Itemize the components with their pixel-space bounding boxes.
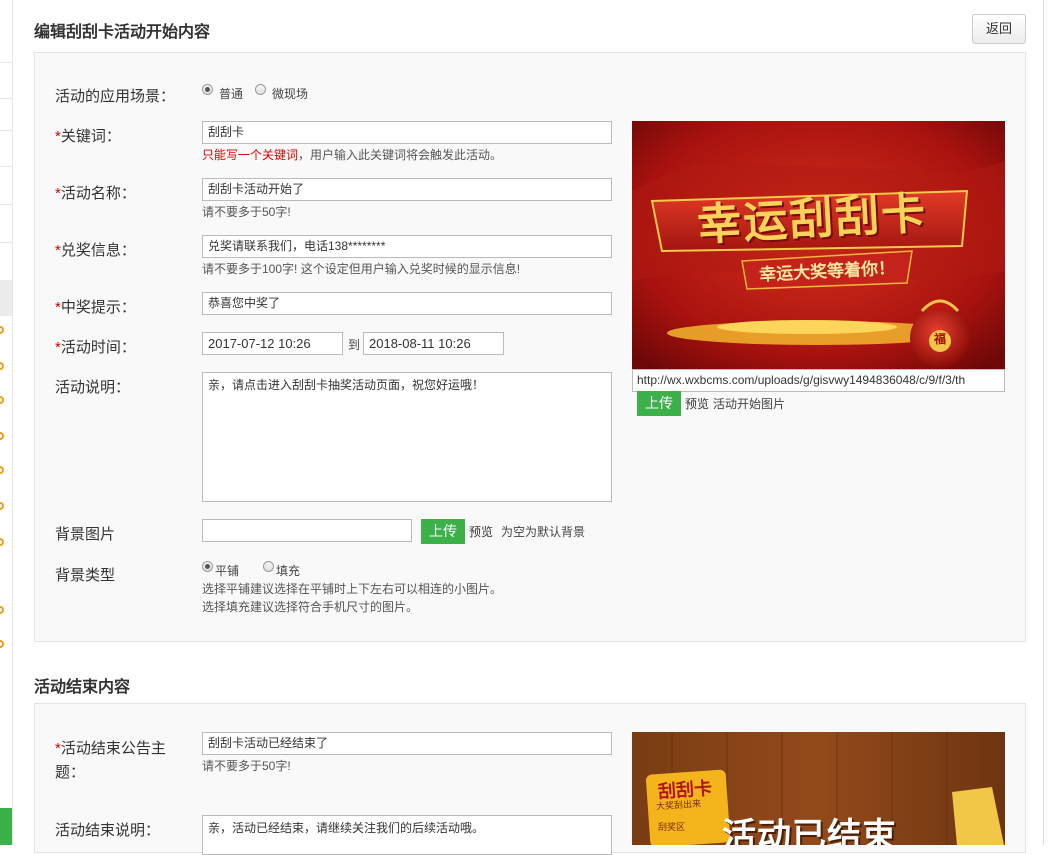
win-tip-input[interactable]: 恭喜您中奖了 xyxy=(202,292,612,315)
end-card-area: 刮奖区 xyxy=(658,822,686,832)
bg-image-note: 为空为默认背景 xyxy=(501,525,586,539)
nav-bullet-icon xyxy=(0,606,4,614)
prize-info-label: *兑奖信息： xyxy=(55,242,136,259)
end-topic-label: *活动结束公告主 xyxy=(55,740,166,757)
bg-type-option-fill: 填充 xyxy=(276,564,301,578)
scene-option-normal: 普通 xyxy=(219,87,244,101)
left-nav-strip xyxy=(0,0,13,845)
nav-bullet-icon xyxy=(0,502,4,510)
back-button[interactable]: 返回 xyxy=(972,14,1026,44)
win-tip-label: *中奖提示： xyxy=(55,299,136,316)
nav-bullet-icon xyxy=(0,396,4,404)
nav-bullet-icon xyxy=(0,640,4,648)
bg-type-option-tile: 平铺 xyxy=(215,564,240,578)
prize-info-help: 请不要多于100字! 这个设定但用户输入兑奖时候的显示信息! xyxy=(202,262,521,276)
keyword-input[interactable]: 刮刮卡 xyxy=(202,121,612,144)
activity-name-help: 请不要多于50字! xyxy=(202,205,291,219)
bg-type-radio-fill[interactable] xyxy=(263,561,274,572)
nav-bullet-icon xyxy=(0,538,4,546)
bg-preview-link[interactable]: 预览 xyxy=(469,523,493,540)
time-separator: 到 xyxy=(348,338,361,352)
start-time-input[interactable]: 2017-07-12 10:26 xyxy=(202,332,343,355)
end-image: 刮刮卡 大奖刮出来 刮奖区 活动已结束 xyxy=(632,732,1005,845)
bg-type-label: 背景类型 xyxy=(55,567,116,584)
end-time-input[interactable]: 2018-08-11 10:26 xyxy=(363,332,504,355)
end-desc-label: 活动结束说明： xyxy=(55,822,161,839)
activity-desc-label: 活动说明： xyxy=(55,379,131,396)
end-section-title: 活动结束内容 xyxy=(34,679,131,696)
nav-bullet-icon xyxy=(0,432,4,440)
nav-item-active[interactable] xyxy=(0,280,12,316)
bg-type-radio-tile[interactable] xyxy=(202,561,213,572)
activity-time-label: *活动时间： xyxy=(55,339,136,356)
start-image-url-input[interactable]: http://wx.wxbcms.com/uploads/g/gisvwy149… xyxy=(632,369,1005,392)
scene-radio-live[interactable] xyxy=(255,84,266,95)
bg-type-help-fill: 选择填充建议选择符合手机尺寸的图片。 xyxy=(202,600,419,614)
activity-name-label: *活动名称： xyxy=(55,185,136,202)
activity-name-input[interactable]: 刮刮卡活动开始了 xyxy=(202,178,612,201)
page-title: 编辑刮刮卡活动开始内容 xyxy=(34,24,211,41)
nav-item-green[interactable] xyxy=(0,808,12,845)
prize-info-input[interactable]: 兑奖请联系我们，电话138******** xyxy=(202,235,612,258)
start-image-caption: 活动开始图片 xyxy=(713,397,786,411)
scrollbar-edge xyxy=(1043,0,1044,845)
lucky-bag-text: 福 xyxy=(933,332,946,346)
start-image-preview-link[interactable]: 预览 xyxy=(685,395,709,412)
nav-bullet-icon xyxy=(0,466,4,474)
end-banner-text: 活动已结束 xyxy=(722,817,897,845)
keyword-label: *关键词： xyxy=(55,128,121,145)
bg-type-help-tile: 选择平铺建议选择在平铺时上下左右可以相连的小图片。 xyxy=(202,582,503,596)
bg-upload-button[interactable]: 上传 xyxy=(421,519,465,544)
bg-image-input[interactable] xyxy=(202,519,412,542)
start-image-upload-button[interactable]: 上传 xyxy=(637,391,681,416)
end-topic-label-cont: 题： xyxy=(55,764,86,781)
activity-desc-textarea[interactable]: 亲，请点击进入刮刮卡抽奖活动页面，祝您好运哦！ xyxy=(202,372,612,502)
end-desc-textarea[interactable]: 亲，活动已经结束，请继续关注我们的后续活动哦。 xyxy=(202,815,612,855)
nav-bullet-icon xyxy=(0,362,4,370)
scene-label: 活动的应用场景： xyxy=(55,88,176,105)
bg-image-label: 背景图片 xyxy=(55,526,116,543)
scene-radio-normal[interactable] xyxy=(202,84,213,95)
keyword-help: 只能写一个关键词，用户输入此关键词将会触发此活动。 xyxy=(202,148,503,162)
end-topic-help: 请不要多于50字! xyxy=(202,759,291,773)
nav-bullet-icon xyxy=(0,326,4,334)
start-image: 幸运刮刮卡 幸运大奖等着你！ 福 xyxy=(632,121,1005,369)
scene-option-live: 微现场 xyxy=(272,87,309,101)
end-topic-input[interactable]: 刮刮卡活动已经结束了 xyxy=(202,732,612,755)
